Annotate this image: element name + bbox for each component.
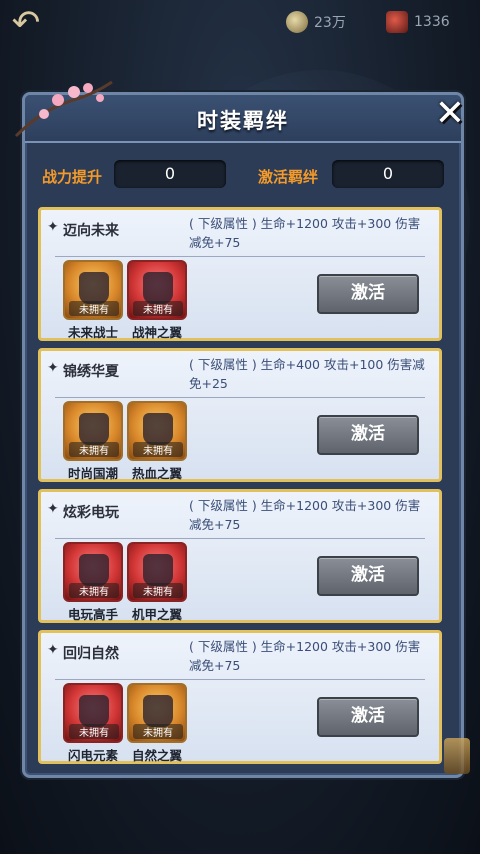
divider bbox=[55, 256, 425, 257]
not-owned-badge: 未拥有 bbox=[69, 583, 119, 598]
armor-icon bbox=[79, 413, 109, 445]
item-name: 机甲之翼 bbox=[131, 607, 182, 622]
diamond-icon: ✦ bbox=[47, 219, 59, 235]
activate-button[interactable]: 激活 bbox=[317, 697, 419, 737]
bond-attributes: ( 下级属性 ) 生命+400 攻击+100 伤害减免+25 bbox=[189, 357, 425, 391]
item-name: 热血之翼 bbox=[131, 466, 182, 481]
not-owned-badge: 未拥有 bbox=[69, 301, 119, 316]
costume-item[interactable]: 未拥有 bbox=[63, 542, 123, 602]
costume-item[interactable]: 未拥有 bbox=[63, 260, 123, 320]
coin-resource: 23万 bbox=[286, 10, 346, 34]
bond-card: ✦ 迈向未来 ( 下级属性 ) 生命+1200 攻击+300 伤害减免+75 未… bbox=[38, 207, 442, 341]
divider bbox=[55, 397, 425, 398]
not-owned-badge: 未拥有 bbox=[133, 583, 183, 598]
item-name: 自然之翼 bbox=[131, 748, 182, 763]
not-owned-badge: 未拥有 bbox=[133, 442, 183, 457]
not-owned-badge: 未拥有 bbox=[133, 301, 183, 316]
lantern-icon bbox=[444, 738, 470, 774]
costume-item[interactable]: 未拥有 bbox=[127, 401, 187, 461]
gem-icon bbox=[386, 11, 408, 33]
bond-value: 0 bbox=[332, 160, 444, 188]
costume-item[interactable]: 未拥有 bbox=[127, 542, 187, 602]
bond-list: ✦ 迈向未来 ( 下级属性 ) 生命+1200 攻击+300 伤害减免+75 未… bbox=[38, 207, 442, 771]
top-bar: ↶ 23万 1336 bbox=[0, 0, 480, 46]
wings-icon bbox=[143, 413, 173, 445]
activate-button[interactable]: 激活 bbox=[317, 274, 419, 314]
item-name: 闪电元素 bbox=[67, 748, 118, 763]
wings-icon bbox=[143, 695, 173, 727]
bond-name: 炫彩电玩 bbox=[63, 505, 119, 521]
not-owned-badge: 未拥有 bbox=[69, 724, 119, 739]
item-name: 战神之翼 bbox=[131, 325, 182, 340]
bond-name: 迈向未来 bbox=[63, 223, 119, 239]
costume-item[interactable]: 未拥有 bbox=[127, 683, 187, 743]
activate-button[interactable]: 激活 bbox=[317, 556, 419, 596]
not-owned-badge: 未拥有 bbox=[133, 724, 183, 739]
power-value: 0 bbox=[114, 160, 226, 188]
cherry-blossom-decoration bbox=[14, 80, 113, 138]
bond-attributes: ( 下级属性 ) 生命+1200 攻击+300 伤害减免+75 bbox=[189, 639, 421, 673]
not-owned-badge: 未拥有 bbox=[69, 442, 119, 457]
costume-item[interactable]: 未拥有 bbox=[127, 260, 187, 320]
wings-icon bbox=[143, 272, 173, 304]
armor-icon bbox=[79, 272, 109, 304]
item-name: 时尚国潮 bbox=[67, 466, 118, 481]
wings-icon bbox=[143, 554, 173, 586]
coin-value: 23万 bbox=[314, 15, 346, 31]
activate-button[interactable]: 激活 bbox=[317, 415, 419, 455]
armor-icon bbox=[79, 695, 109, 727]
costume-item[interactable]: 未拥有 bbox=[63, 683, 123, 743]
diamond-icon: ✦ bbox=[47, 360, 59, 376]
bond-name: 锦绣华夏 bbox=[63, 364, 119, 380]
armor-icon bbox=[79, 554, 109, 586]
gem-resource: 1336 bbox=[386, 10, 450, 34]
costume-item[interactable]: 未拥有 bbox=[63, 401, 123, 461]
bond-label: 激活羁绊 bbox=[258, 168, 319, 186]
close-icon[interactable]: ✕ bbox=[432, 96, 468, 132]
coin-icon bbox=[286, 11, 308, 33]
back-arrow-icon[interactable]: ↶ bbox=[8, 6, 44, 42]
bond-card: ✦ 回归自然 ( 下级属性 ) 生命+1200 攻击+300 伤害减免+75 未… bbox=[38, 630, 442, 764]
divider bbox=[55, 538, 425, 539]
bond-card: ✦ 锦绣华夏 ( 下级属性 ) 生命+400 攻击+100 伤害减免+25 未拥… bbox=[38, 348, 442, 482]
bond-attributes: ( 下级属性 ) 生命+1200 攻击+300 伤害减免+75 bbox=[189, 216, 421, 250]
divider bbox=[55, 679, 425, 680]
gem-value: 1336 bbox=[414, 14, 450, 30]
item-name: 电玩高手 bbox=[67, 607, 118, 622]
diamond-icon: ✦ bbox=[47, 501, 59, 517]
item-name: 未来战士 bbox=[67, 325, 118, 340]
diamond-icon: ✦ bbox=[47, 642, 59, 658]
bond-attributes: ( 下级属性 ) 生命+1200 攻击+300 伤害减免+75 bbox=[189, 498, 421, 532]
power-label: 战力提升 bbox=[42, 168, 103, 186]
bond-card: ✦ 炫彩电玩 ( 下级属性 ) 生命+1200 攻击+300 伤害减免+75 未… bbox=[38, 489, 442, 623]
bond-name: 回归自然 bbox=[63, 646, 119, 662]
